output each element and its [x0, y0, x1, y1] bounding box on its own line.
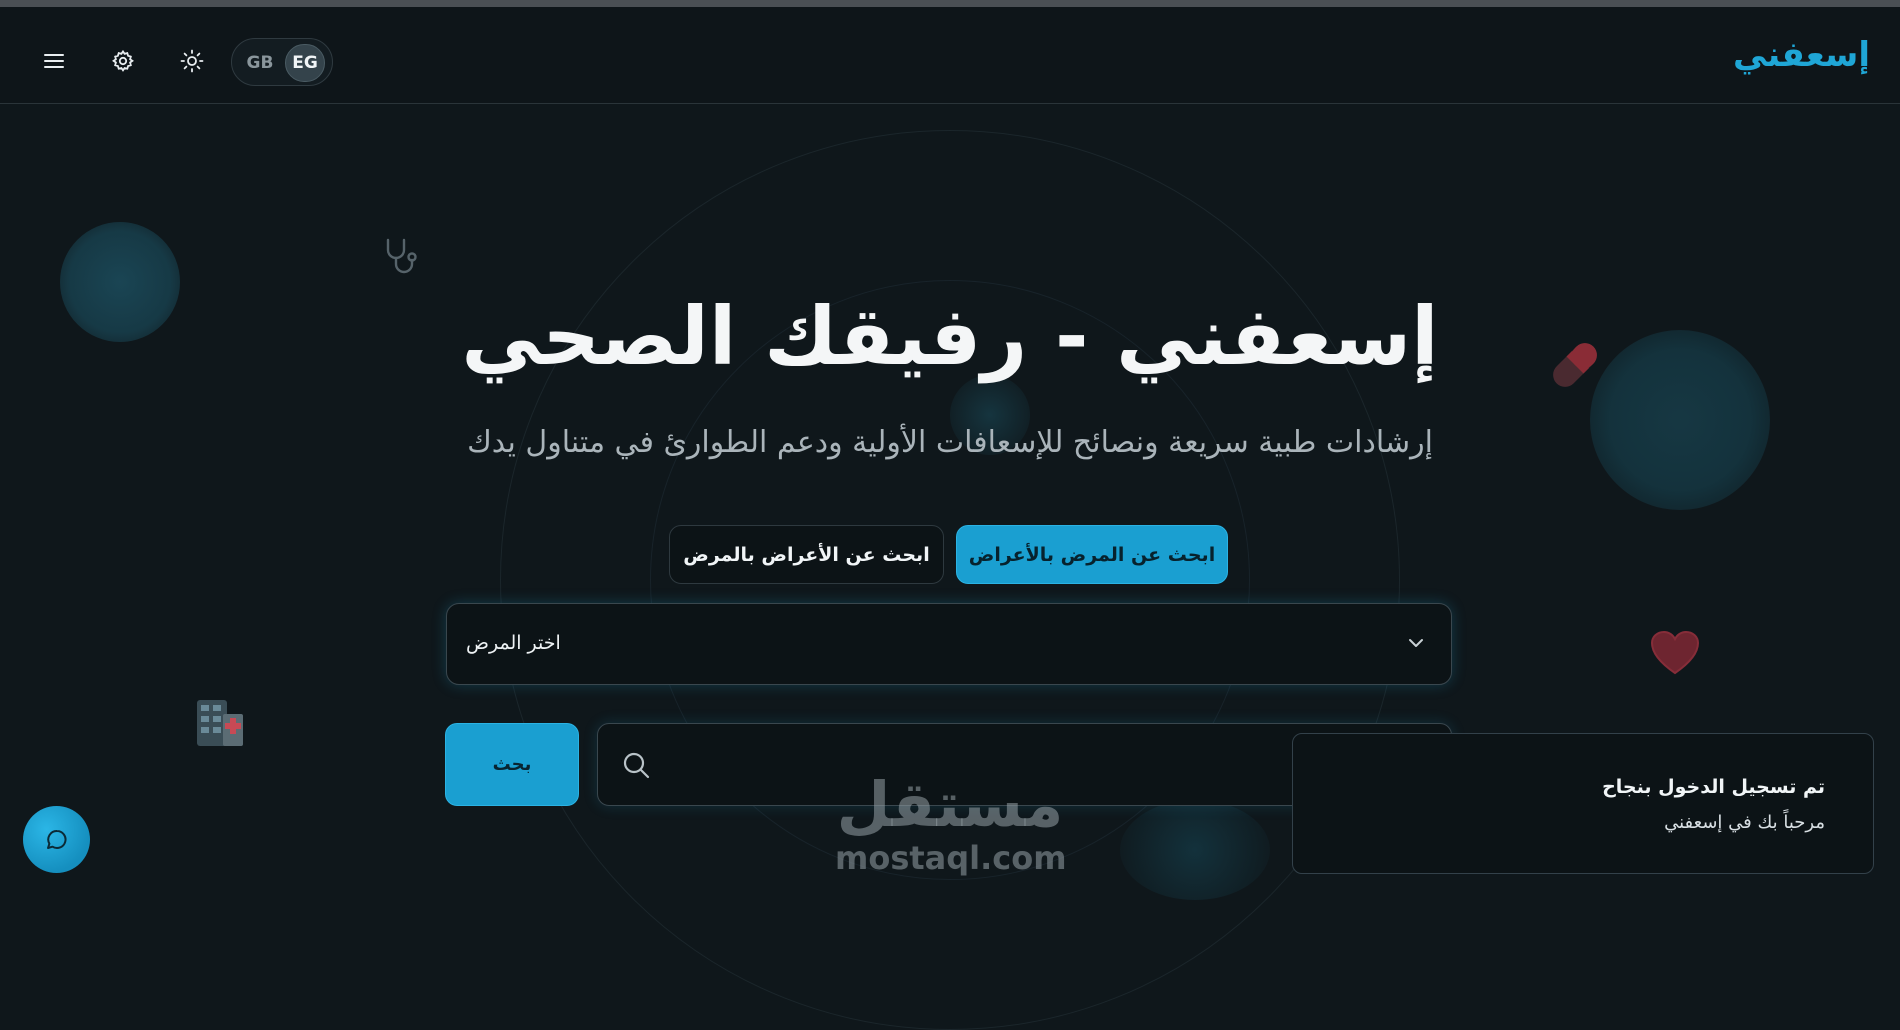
stethoscope-icon	[382, 236, 424, 282]
language-option-eg[interactable]: EG	[285, 44, 325, 82]
tab-search-disease-by-symptoms[interactable]: ابحث عن المرض بالأعراض	[956, 525, 1228, 584]
login-success-toast: تم تسجيل الدخول بنجاح مرحباً بك في إسعفن…	[1292, 733, 1874, 874]
hero-title: إسعفني - رفيقك الصحي	[461, 290, 1439, 383]
sun-icon	[180, 49, 204, 73]
app-logo-text[interactable]: إسعفني	[1733, 35, 1870, 75]
heart-icon	[1650, 630, 1700, 680]
disease-select-placeholder: اختر المرض	[466, 632, 561, 654]
pill-icon	[1545, 335, 1605, 399]
chat-button[interactable]	[23, 806, 90, 873]
watermark-latin: mostaql.com	[835, 839, 1067, 877]
language-toggle[interactable]: GB EG	[231, 38, 333, 86]
hospital-icon	[195, 698, 245, 752]
language-option-gb[interactable]: GB	[240, 44, 280, 82]
tab-search-symptoms-by-disease[interactable]: ابحث عن الأعراض بالمرض	[669, 525, 944, 584]
gear-icon	[112, 49, 134, 72]
toast-title: تم تسجيل الدخول بنجاح	[1602, 776, 1825, 798]
search-button[interactable]: بحث	[445, 723, 579, 806]
watermark: مستقل mostaql.com	[835, 768, 1067, 877]
background-glow	[1590, 330, 1770, 510]
menu-button[interactable]	[34, 41, 74, 81]
window-top-strip	[0, 0, 1900, 7]
hero-subtitle: إرشادات طبية سريعة ونصائح للإسعافات الأو…	[467, 425, 1433, 460]
background-glow	[60, 222, 180, 342]
disease-select[interactable]	[446, 603, 1452, 685]
toast-message: مرحباً بك في إسعفني	[1664, 812, 1825, 833]
search-icon	[622, 751, 650, 783]
hamburger-icon	[44, 54, 64, 68]
chevron-down-icon	[1408, 633, 1424, 652]
background-glow	[1120, 800, 1270, 900]
theme-toggle-button[interactable]	[172, 41, 212, 81]
top-navbar: إسعفني GB EG	[0, 7, 1900, 104]
settings-button[interactable]	[103, 41, 143, 81]
chat-bubble-icon	[46, 829, 66, 849]
watermark-arabic: مستقل	[836, 768, 1064, 841]
